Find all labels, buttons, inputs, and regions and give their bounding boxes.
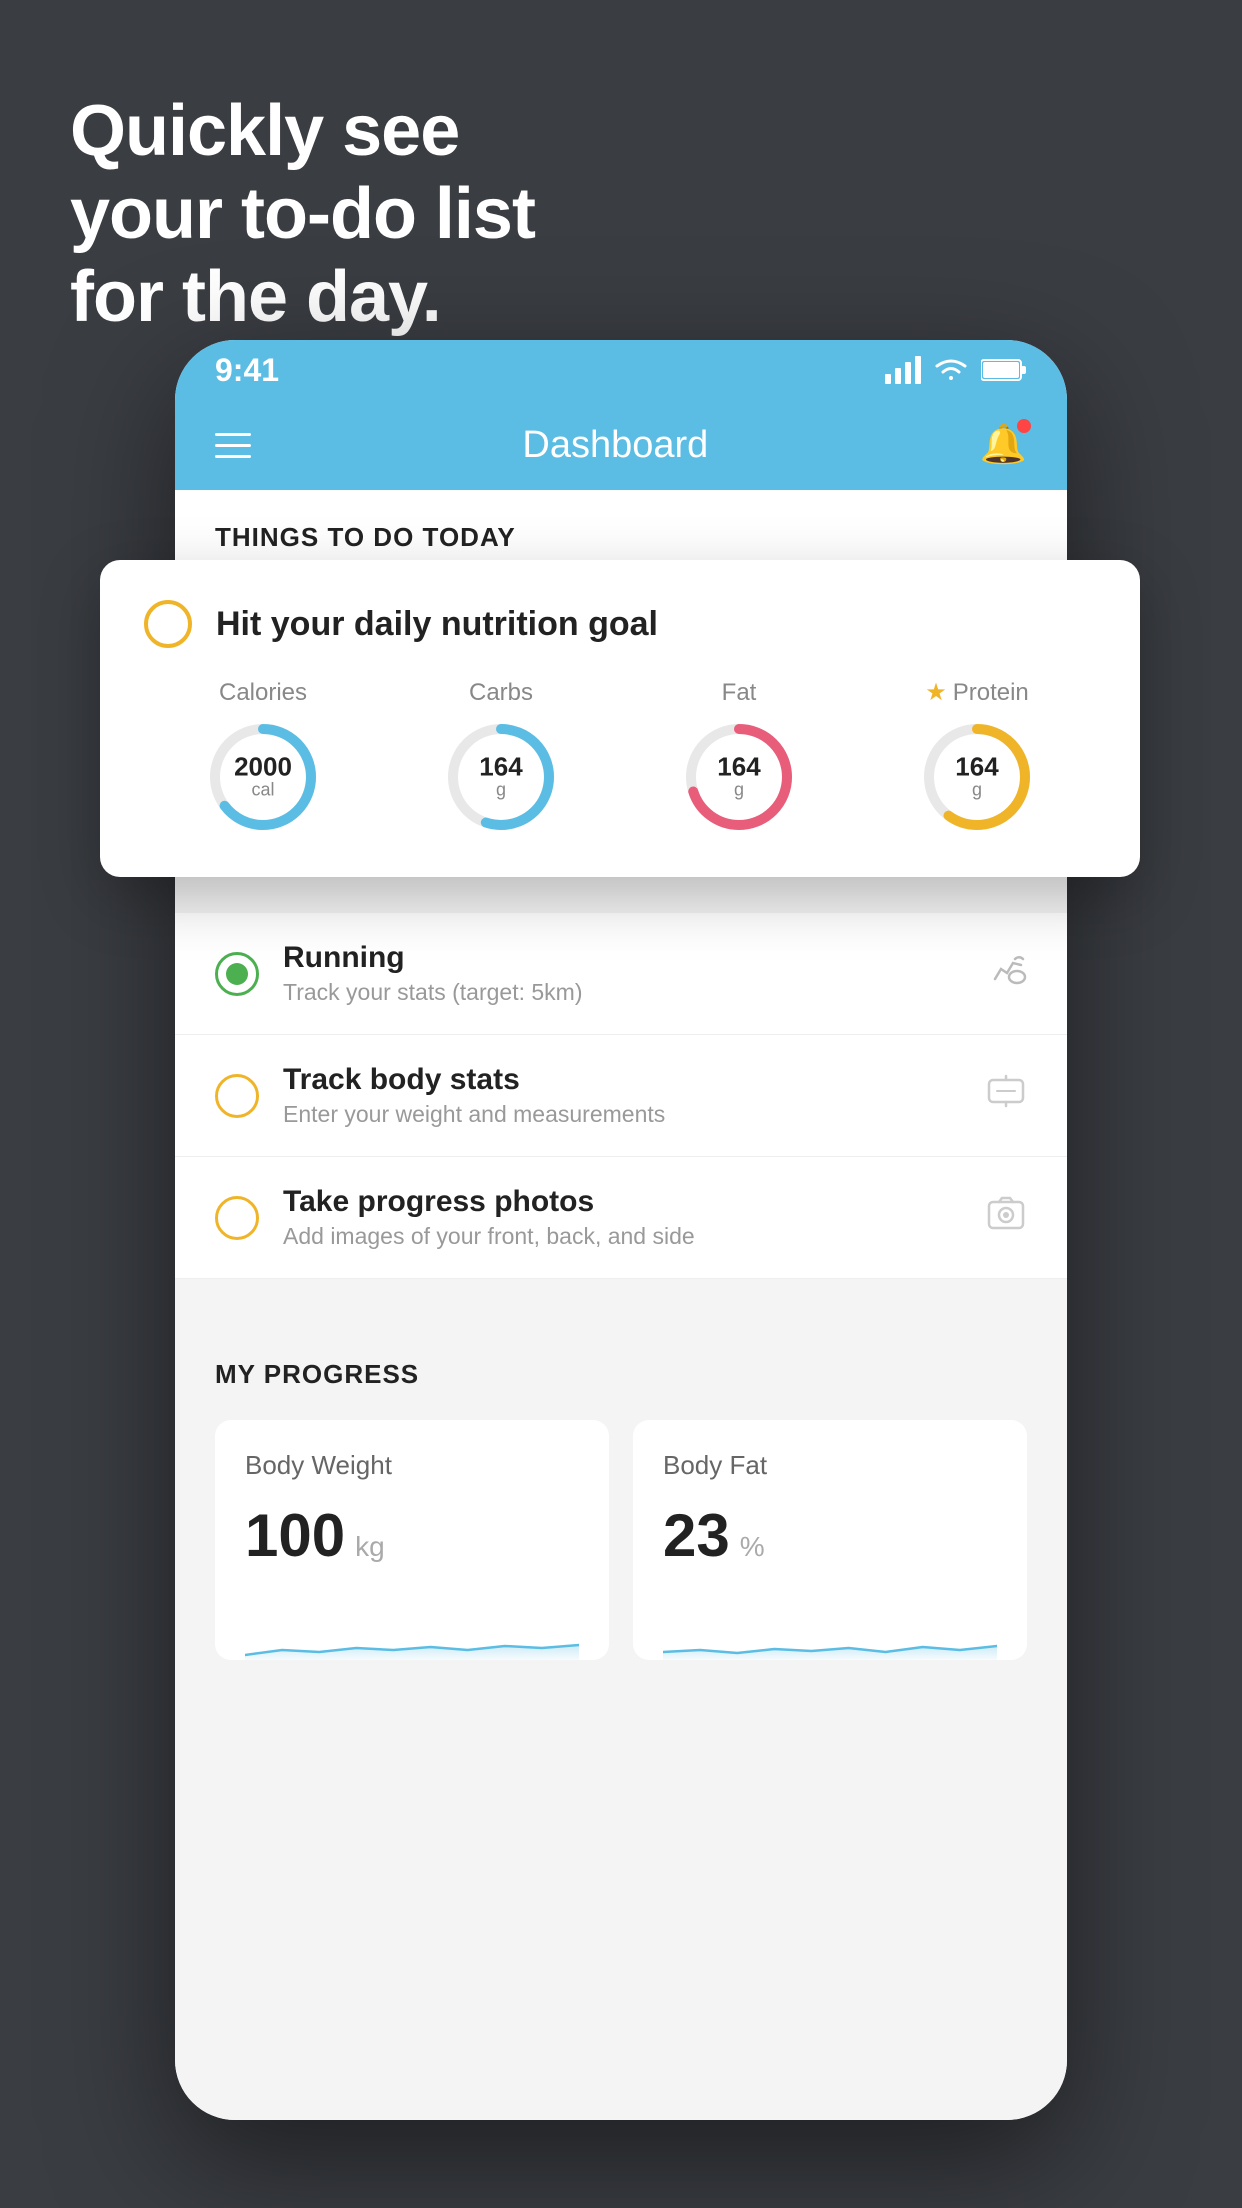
todo-icon-running [987,951,1027,996]
body-fat-label: Body Fat [663,1450,997,1481]
nutrition-carbs: Carbs 164 g [441,679,561,837]
protein-label: Protein [953,679,1029,707]
carbs-value: 164 [479,753,522,779]
fat-unit: g [717,779,760,800]
todo-title-photos: Take progress photos [283,1185,985,1219]
status-bar: 9:41 [175,340,1067,400]
status-icons [885,356,1027,384]
nutrition-protein: ★ Protein 164 g [917,678,1037,837]
carbs-label: Carbs [469,679,533,707]
status-time: 9:41 [215,352,279,389]
body-weight-value: 100 [245,1501,345,1570]
todo-checkbox-photos[interactable] [215,1196,259,1240]
carbs-unit: g [479,779,522,800]
todo-checkbox-body-stats[interactable] [215,1074,259,1118]
protein-donut: 164 g [917,717,1037,837]
progress-cards: Body Weight 100 kg [215,1420,1027,1660]
fat-value: 164 [717,753,760,779]
body-fat-chart [663,1600,997,1660]
todo-checkbox-running[interactable] [215,952,259,996]
todo-sub-body-stats: Enter your weight and measurements [283,1101,985,1128]
body-weight-card[interactable]: Body Weight 100 kg [215,1420,609,1660]
body-fat-card[interactable]: Body Fat 23 % [633,1420,1027,1660]
todo-item-body-stats[interactable]: Track body stats Enter your weight and m… [175,1035,1067,1157]
todo-icon-body-stats [985,1072,1027,1119]
fat-donut: 164 g [679,717,799,837]
protein-star-icon: ★ [925,678,947,707]
todo-item-running[interactable]: Running Track your stats (target: 5km) [175,913,1067,1035]
app-header: Dashboard 🔔 [175,400,1067,490]
todo-title-body-stats: Track body stats [283,1063,985,1097]
signal-icon [885,356,921,384]
progress-title: MY PROGRESS [215,1359,1027,1390]
app-title: Dashboard [522,424,708,467]
progress-section: MY PROGRESS Body Weight 100 kg [175,1319,1067,1680]
body-weight-unit: kg [355,1531,385,1563]
body-weight-label: Body Weight [245,1450,579,1481]
protein-value: 164 [955,754,998,780]
calories-value: 2000 [234,753,292,779]
todo-item-photos[interactable]: Take progress photos Add images of your … [175,1157,1067,1279]
fat-label: Fat [722,679,757,707]
carbs-donut: 164 g [441,717,561,837]
nutrition-checkbox[interactable] [144,600,192,648]
todo-icon-photos [985,1194,1027,1241]
calories-label: Calories [219,679,307,707]
body-fat-unit: % [740,1531,765,1563]
nutrition-card-title: Hit your daily nutrition goal [216,605,658,644]
calories-unit: cal [234,779,292,800]
todo-sub-photos: Add images of your front, back, and side [283,1223,985,1250]
nutrition-card: Hit your daily nutrition goal Calories 2… [100,560,1140,877]
body-weight-chart [245,1600,579,1660]
things-today-title: THINGS TO DO TODAY [215,522,516,552]
body-fat-value: 23 [663,1501,730,1570]
menu-button[interactable] [215,433,251,458]
nutrition-row: Calories 2000 cal Carbs [144,678,1096,837]
todo-title-running: Running [283,941,987,975]
calories-donut: 2000 cal [203,717,323,837]
notification-dot [1017,419,1031,433]
wifi-icon [933,356,969,384]
protein-unit: g [955,780,998,801]
todo-list: Running Track your stats (target: 5km) T… [175,913,1067,1279]
todo-sub-running: Track your stats (target: 5km) [283,979,987,1006]
headline-text: Quickly see your to-do list for the day. [70,90,535,338]
battery-icon [981,357,1027,383]
nutrition-calories: Calories 2000 cal [203,679,323,837]
nutrition-fat: Fat 164 g [679,679,799,837]
notification-button[interactable]: 🔔 [980,423,1027,467]
